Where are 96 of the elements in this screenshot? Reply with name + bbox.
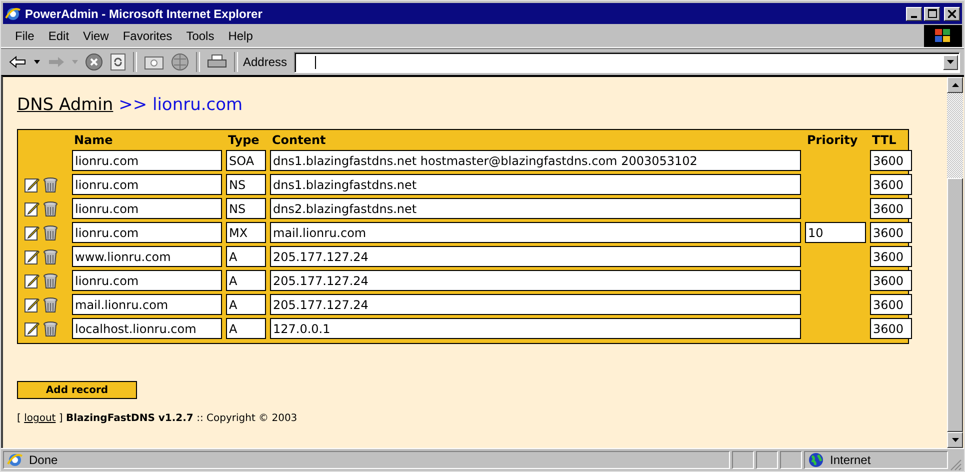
globe-icon[interactable] <box>171 53 189 71</box>
menu-item[interactable]: File <box>9 28 42 42</box>
maximize-icon <box>928 9 936 18</box>
text-field[interactable]: lionru.com <box>72 222 222 243</box>
edit-icon[interactable] <box>24 296 40 312</box>
page-icon <box>7 452 23 468</box>
status-pane <box>756 451 778 469</box>
close-icon <box>948 10 956 18</box>
text-field[interactable]: A <box>226 294 266 315</box>
down-arrow-icon <box>952 438 958 442</box>
text-field[interactable]: localhost.lionru.com <box>72 318 222 339</box>
breadcrumb-link[interactable]: DNS Admin <box>17 95 114 115</box>
menu-item[interactable]: Help <box>222 28 261 42</box>
scroll-thumb[interactable] <box>947 178 963 432</box>
text-field[interactable]: MX <box>226 222 266 243</box>
minimize-button[interactable] <box>906 6 922 20</box>
text-field[interactable]: A <box>226 318 266 339</box>
edit-icon[interactable] <box>24 272 40 288</box>
breadcrumb-current: >> lionru.com <box>118 95 243 115</box>
menu-item[interactable]: Tools <box>180 28 222 42</box>
column-header: Content <box>271 133 327 147</box>
close-button[interactable] <box>944 6 960 20</box>
text-field[interactable]: 3600 <box>870 150 912 171</box>
text-field[interactable]: NS <box>226 198 266 219</box>
edit-icon[interactable] <box>24 224 40 240</box>
status-pane <box>780 451 802 469</box>
text-field[interactable]: 3600 <box>870 198 912 219</box>
status-text: Done <box>29 453 58 467</box>
text-field[interactable]: 205.177.127.24 <box>270 246 801 267</box>
trash-icon[interactable] <box>43 248 58 264</box>
edit-icon[interactable] <box>24 248 40 264</box>
text-field[interactable]: www.lionru.com <box>72 246 222 267</box>
address-label: Address <box>243 55 288 69</box>
scrollbar[interactable] <box>947 77 963 448</box>
text-field[interactable]: 3600 <box>870 270 912 291</box>
address-field[interactable] <box>294 52 960 72</box>
windows-logo-icon <box>933 26 953 44</box>
text-field[interactable]: lionru.com <box>72 174 222 195</box>
trash-icon[interactable] <box>43 176 58 192</box>
zone-text: Internet <box>830 453 871 467</box>
text-field[interactable]: 205.177.127.24 <box>270 294 801 315</box>
globe-icon <box>808 452 824 468</box>
text-field[interactable]: 3600 <box>870 246 912 267</box>
stop-icon[interactable] <box>85 53 103 71</box>
column-header: TTL <box>871 133 898 147</box>
text-field[interactable]: mail.lionru.com <box>72 294 222 315</box>
text-field[interactable]: A <box>226 270 266 291</box>
scroll-up-button[interactable] <box>947 77 963 93</box>
logout-link[interactable]: logout <box>24 413 56 424</box>
minimize-icon <box>911 16 917 18</box>
trash-icon[interactable] <box>43 320 58 336</box>
menu-item[interactable]: View <box>77 28 117 42</box>
trash-icon[interactable] <box>43 272 58 288</box>
text-field[interactable]: A <box>226 246 266 267</box>
refresh-icon[interactable] <box>110 53 126 71</box>
text-field[interactable]: mail.lionru.com <box>270 222 801 243</box>
window-title: PowerAdmin - Microsoft Internet Explorer <box>25 6 262 20</box>
text-field[interactable]: dns2.blazingfastdns.net <box>270 198 801 219</box>
text-field[interactable]: 127.0.0.1 <box>270 318 801 339</box>
scroll-down-button[interactable] <box>947 432 963 448</box>
caret-icon <box>947 60 954 64</box>
edit-icon[interactable] <box>24 176 40 192</box>
back-icon[interactable] <box>9 55 27 69</box>
menu-item[interactable]: Edit <box>42 28 78 42</box>
trash-icon[interactable] <box>43 224 58 240</box>
text-field[interactable]: 3600 <box>870 318 912 339</box>
column-header: Priority <box>806 133 859 147</box>
text-field[interactable]: 3600 <box>870 174 912 195</box>
resize-grip-icon <box>950 459 962 471</box>
text-field[interactable]: 205.177.127.24 <box>270 270 801 291</box>
edit-icon[interactable] <box>24 320 40 336</box>
text-field[interactable]: 3600 <box>870 222 912 243</box>
column-header: Name <box>73 133 114 147</box>
status-pane <box>732 451 754 469</box>
maximize-button[interactable] <box>924 6 940 20</box>
text-field[interactable]: dns1.blazingfastdns.net hostmaster@blazingfastdns.com 2003053102 <box>270 150 801 171</box>
dropdown-button[interactable] <box>943 54 958 70</box>
footer-text: [ logout ] BlazingFastDNS v1.2.7 :: Copyright © 2003 <box>17 413 298 424</box>
trash-icon[interactable] <box>43 200 58 216</box>
dropdown-caret-icon[interactable] <box>34 60 40 64</box>
text-field[interactable]: SOA <box>226 150 266 171</box>
text-field[interactable]: lionru.com <box>72 270 222 291</box>
browser-icon <box>5 6 21 22</box>
up-arrow-icon <box>952 83 958 87</box>
text-field[interactable]: NS <box>226 174 266 195</box>
column-header: Type <box>227 133 260 147</box>
text-field[interactable]: lionru.com <box>72 198 222 219</box>
text-field[interactable]: 3600 <box>870 294 912 315</box>
add-record-button[interactable]: Add record <box>17 381 137 399</box>
text-field[interactable]: lionru.com <box>72 150 222 171</box>
text-field[interactable]: dns1.blazingfastdns.net <box>270 174 801 195</box>
menu-item[interactable]: Favorites <box>116 28 180 42</box>
trash-icon[interactable] <box>43 296 58 312</box>
printer-icon[interactable] <box>207 54 227 70</box>
text-field[interactable]: 10 <box>805 222 866 243</box>
edit-icon[interactable] <box>24 200 40 216</box>
